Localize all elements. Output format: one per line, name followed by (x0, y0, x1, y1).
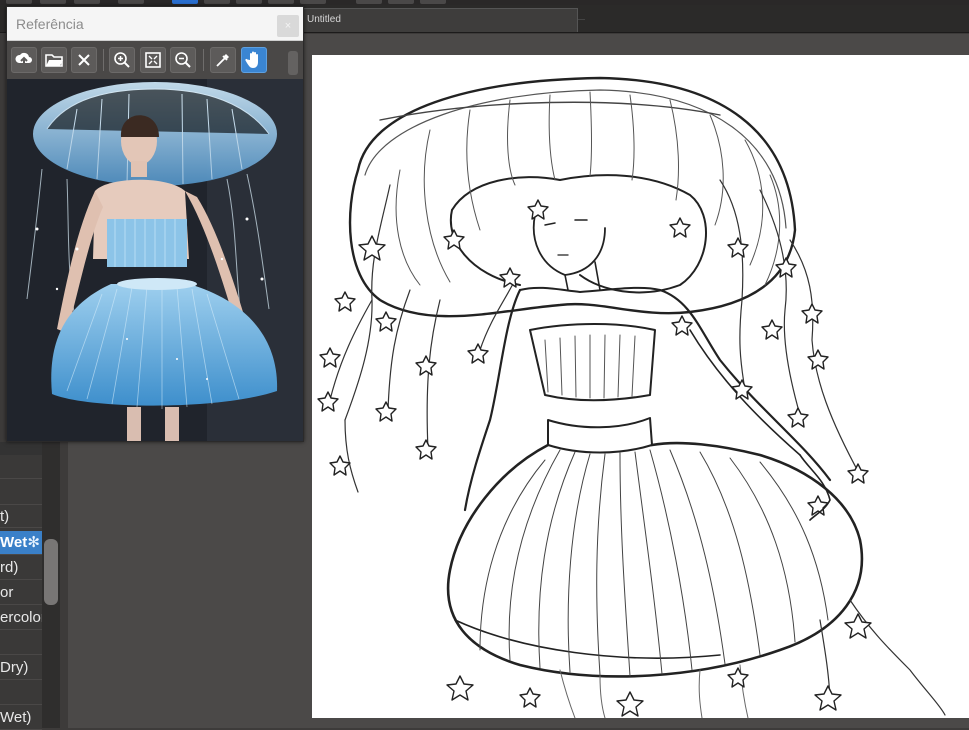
fit-screen-icon (145, 52, 161, 68)
reference-title: Referência (16, 16, 84, 32)
brush-item-label: Wet (0, 534, 28, 551)
folder-open-icon (45, 54, 63, 67)
eyedropper-icon (216, 54, 229, 67)
clear-button[interactable] (71, 47, 97, 73)
toolbar-button[interactable] (420, 0, 446, 4)
brush-panel: t) Wet ✻ rd) or ercolor Dry) Wet) (0, 442, 60, 730)
zoom-in-icon (114, 52, 130, 68)
open-file-button[interactable] (41, 47, 67, 73)
reference-window[interactable]: Referência × (6, 6, 304, 442)
import-button[interactable] (11, 47, 37, 73)
brush-item-label: t) (0, 508, 10, 525)
brush-item[interactable] (0, 681, 42, 705)
brush-item-selected[interactable]: Wet ✻ (0, 531, 42, 555)
hand-icon (245, 51, 258, 68)
brush-item-label: ercolor (0, 609, 42, 626)
close-icon: × (284, 20, 292, 32)
reference-titlebar[interactable]: Referência × (7, 7, 303, 41)
gear-icon[interactable]: ✻ (27, 531, 40, 554)
toolbar-button[interactable] (204, 0, 230, 4)
toolbar-scroll-handle[interactable] (288, 51, 298, 75)
toolbar-separator (203, 49, 204, 71)
tab-untitled[interactable]: Untitled (300, 8, 585, 32)
brush-item[interactable] (0, 455, 42, 479)
close-button[interactable]: × (277, 15, 299, 37)
brush-item-label: Wet) (0, 709, 32, 726)
zoom-out-button[interactable] (170, 47, 196, 73)
toolbar-button[interactable] (74, 0, 100, 4)
brush-item[interactable]: or (0, 581, 42, 605)
drawing-canvas[interactable] (312, 55, 969, 718)
brush-item[interactable] (0, 631, 42, 655)
toolbar-button[interactable] (300, 0, 326, 4)
reference-image[interactable] (7, 79, 303, 441)
brush-item[interactable]: rd) (0, 556, 42, 580)
toolbar-button[interactable] (356, 0, 382, 4)
reference-toolbar (7, 43, 303, 79)
brush-item[interactable]: ercolor (0, 606, 42, 630)
brush-scrollbar-thumb[interactable] (44, 539, 58, 605)
brush-item-label: or (0, 584, 14, 601)
toolbar-button[interactable] (6, 0, 32, 4)
brush-item[interactable]: Wet) (0, 706, 42, 730)
brush-item-label: rd) (0, 559, 19, 576)
toolbar-button[interactable] (40, 0, 66, 4)
brush-item[interactable]: t) (0, 504, 42, 528)
reference-photo (7, 79, 303, 441)
zoom-out-icon (175, 52, 191, 68)
tab-label: Untitled (307, 14, 341, 25)
toolbar-separator (103, 49, 104, 71)
sketch-drawing (317, 76, 946, 718)
brush-item-label: Dry) (0, 659, 29, 676)
toolbar-button[interactable] (236, 0, 262, 4)
brush-item[interactable]: Dry) (0, 656, 42, 680)
toolbar-button-active[interactable] (172, 0, 198, 4)
cloud-upload-icon (15, 52, 32, 66)
eyedropper-button[interactable] (210, 47, 236, 73)
close-icon (78, 54, 90, 66)
fit-screen-button[interactable] (140, 47, 166, 73)
toolbar-button[interactable] (268, 0, 294, 4)
toolbar-button[interactable] (388, 0, 414, 4)
hand-tool-button[interactable] (241, 47, 267, 73)
toolbar-button[interactable] (118, 0, 144, 4)
zoom-in-button[interactable] (109, 47, 135, 73)
